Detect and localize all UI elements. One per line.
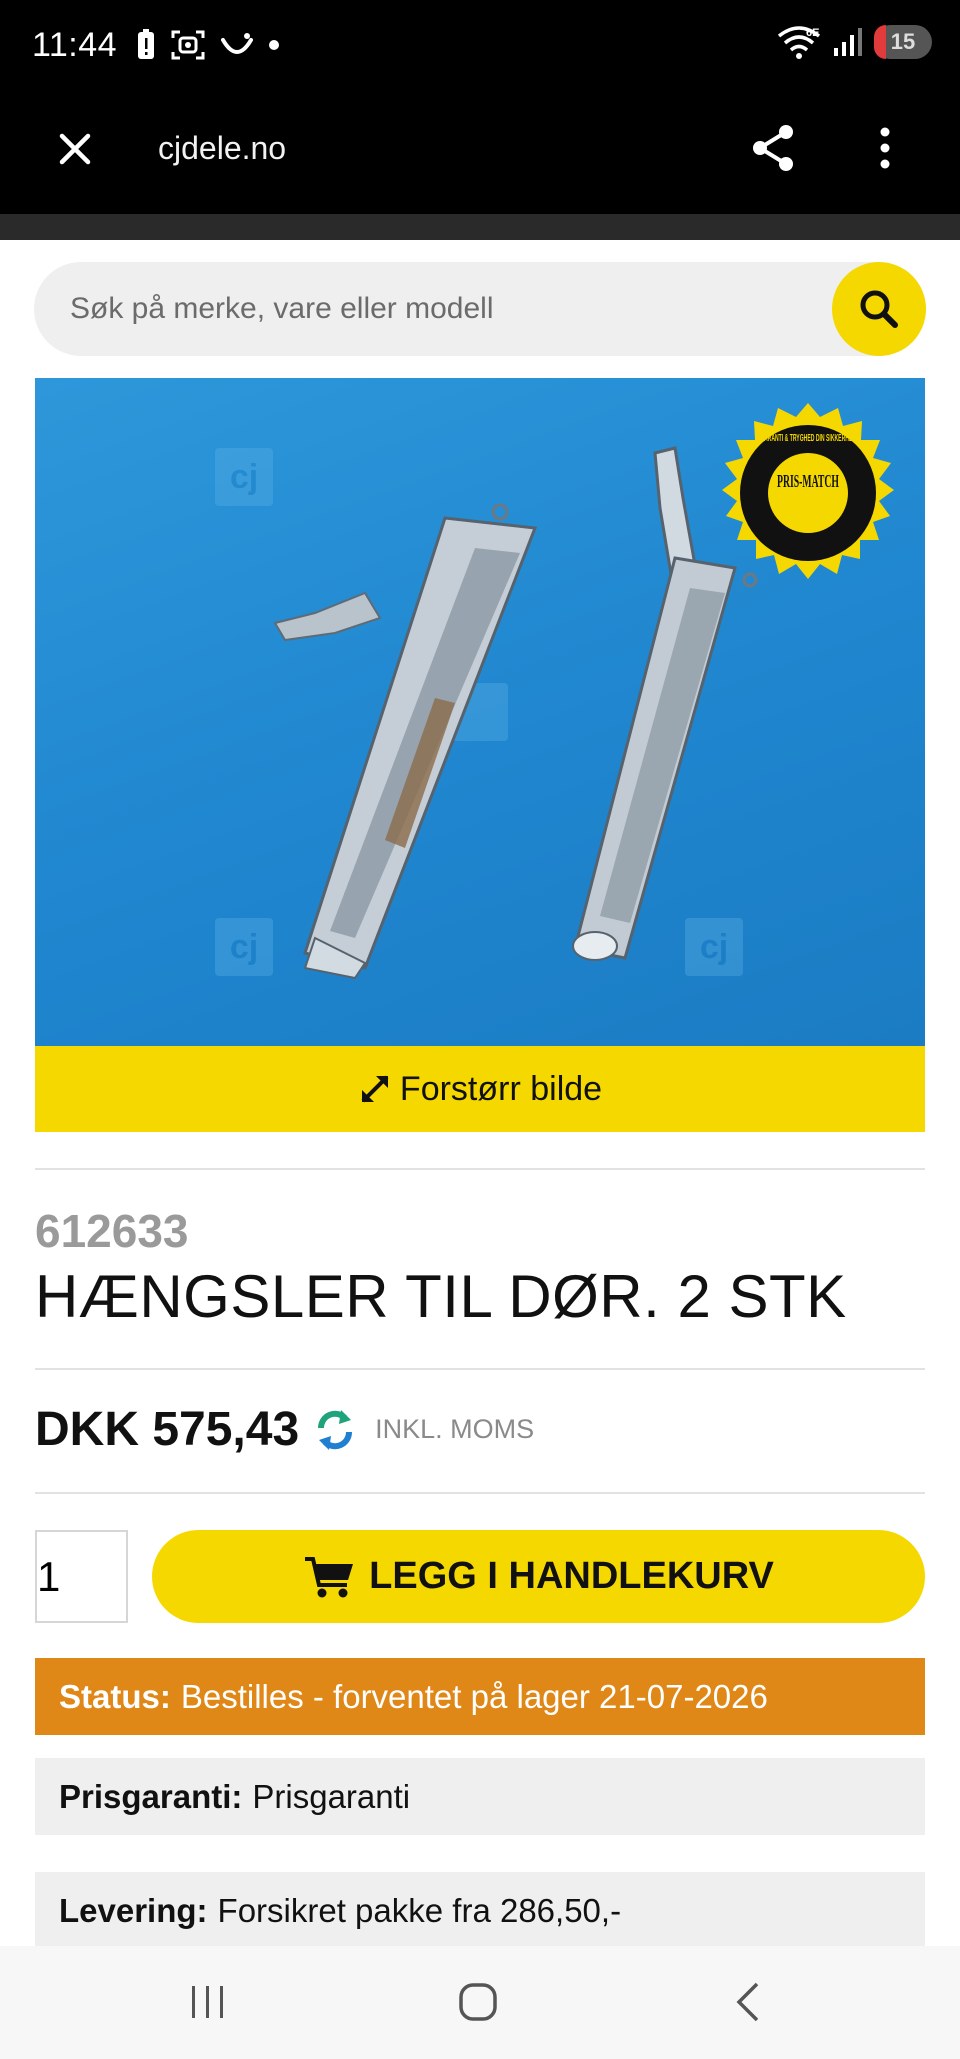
cart-icon	[305, 1556, 354, 1597]
signal-icon	[834, 28, 862, 56]
divider	[35, 1492, 925, 1494]
share-button[interactable]	[748, 122, 800, 174]
add-to-cart-label: LEGG I HANDLEKURV	[369, 1555, 774, 1597]
delivery-value: Forsikret pakke fra 286,50,-	[217, 1892, 622, 1929]
enlarge-image-button[interactable]: Forstørr bilde	[35, 1046, 925, 1132]
status-value: Bestilles - forventet på lager 21-07-202…	[180, 1677, 768, 1715]
browser-toolbar: cjdele.no	[0, 92, 960, 214]
price-guarantee-value: Prisgaranti	[252, 1777, 411, 1815]
status-label: Status:	[59, 1677, 171, 1715]
status-time: 11:44	[32, 26, 118, 64]
search-input[interactable]	[70, 262, 830, 356]
svg-text:cj: cj	[230, 928, 258, 966]
status-notification-icons	[136, 28, 280, 62]
status-bar: 11:44 6E 15	[0, 0, 960, 92]
smile-icon	[221, 33, 253, 54]
recents-icon	[192, 1986, 223, 2018]
page-header-strip	[0, 214, 960, 240]
add-to-cart-button[interactable]: LEGG I HANDLEKURV	[152, 1530, 925, 1623]
status-system-icons: 6E 15	[776, 24, 932, 60]
product-photo: cj cj cj PRIS-MATCH GARANTI & TRYGHED DI…	[215, 403, 894, 980]
url-text[interactable]: cjdele.no	[158, 130, 286, 167]
divider	[35, 1168, 925, 1170]
vat-label: INKL. MOMS	[375, 1414, 535, 1444]
search-bar	[34, 262, 926, 356]
product-sku: 612633	[35, 1205, 189, 1257]
wifi-icon: 6E	[777, 26, 821, 59]
price-match-badge: PRIS-MATCH GARANTI & TRYGHED DIN SIKKERH…	[722, 403, 894, 579]
back-icon	[736, 1982, 759, 2022]
delivery-box: Levering: Forsikret pakke fra 286,50,-	[35, 1872, 925, 1946]
share-icon	[753, 125, 793, 171]
battery-level: 15	[890, 29, 916, 54]
search-button[interactable]	[832, 262, 926, 356]
product-title: HÆNGSLER TIL DØR. 2 STK	[35, 1263, 847, 1330]
recents-button[interactable]	[178, 1976, 238, 2028]
home-button[interactable]	[448, 1976, 508, 2028]
badge-center-text: PRIS-MATCH	[777, 471, 839, 491]
stock-status: Status: Bestilles - forventet på lager 2…	[35, 1658, 925, 1735]
svg-text:cj: cj	[700, 928, 728, 966]
product-image[interactable]: cj cj cj PRIS-MATCH GARANTI & TRYGHED DI…	[35, 378, 925, 1046]
back-button[interactable]	[718, 1976, 778, 2028]
close-icon	[59, 133, 91, 165]
price-guarantee-box: Prisgaranti: Prisgaranti	[35, 1758, 925, 1835]
hinge-right	[572, 446, 758, 961]
badge-ring-text: GARANTI & TRYGHED DIN SIKKERHED	[760, 433, 856, 444]
quantity-input[interactable]	[35, 1530, 128, 1623]
search-icon	[860, 290, 898, 328]
svg-text:6E: 6E	[806, 27, 819, 39]
refresh-icon	[318, 1409, 353, 1450]
battery-alert-icon	[138, 29, 154, 59]
more-vert-icon	[880, 127, 890, 169]
close-button[interactable]	[52, 126, 98, 172]
system-navigation-bar	[0, 1946, 960, 2059]
battery-indicator: 15	[874, 25, 932, 59]
home-icon	[459, 1983, 497, 2021]
enlarge-label: Forstørr bilde	[399, 1069, 603, 1108]
hinge-left	[273, 503, 538, 980]
divider	[35, 1368, 925, 1370]
product-price: DKK 575,43	[35, 1403, 300, 1456]
screenshot-icon	[171, 30, 205, 60]
svg-text:cj: cj	[230, 458, 258, 496]
price-row: DKK 575,43 INKL. MOMS	[35, 1402, 534, 1457]
dot-icon	[269, 40, 279, 50]
delivery-label: Levering:	[59, 1892, 208, 1929]
price-guarantee-label: Prisgaranti:	[59, 1777, 243, 1815]
expand-icon	[361, 1075, 389, 1103]
more-options-button[interactable]	[870, 122, 900, 174]
